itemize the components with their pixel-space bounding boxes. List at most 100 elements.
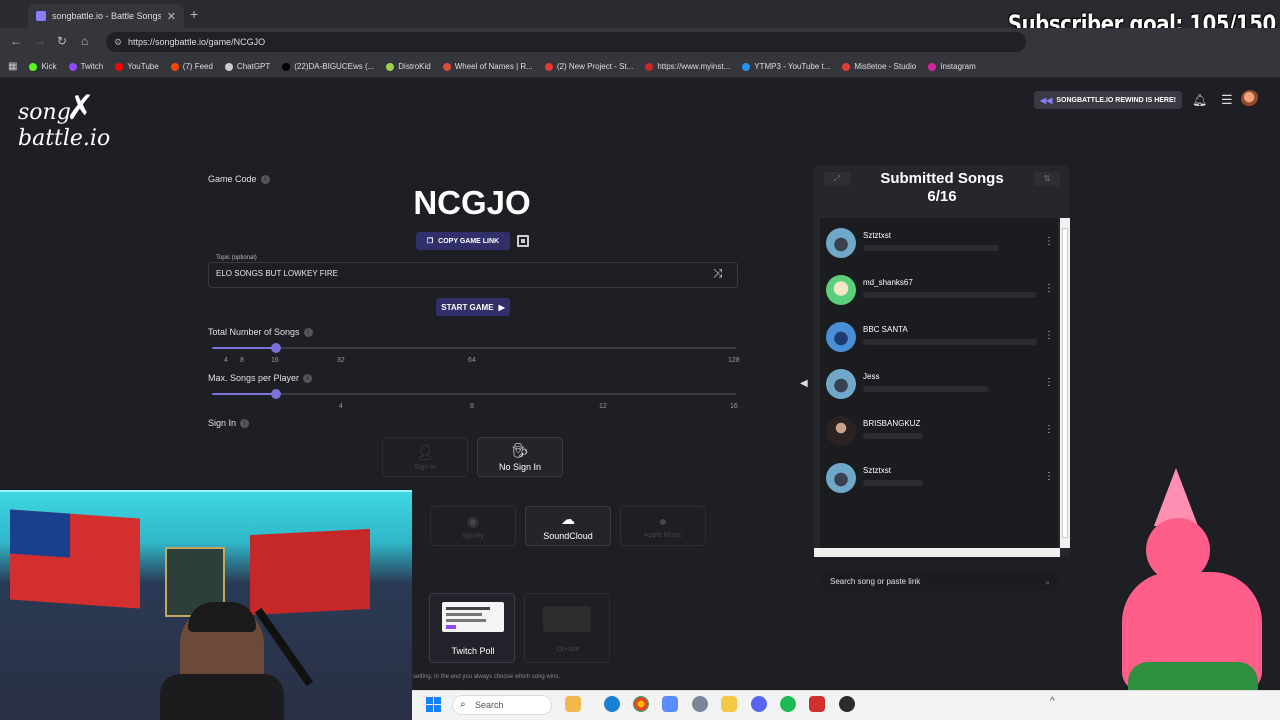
bookmark-item[interactable]: (2) New Project - St... [544, 62, 634, 71]
song-options-icon[interactable]: ⋮ [1044, 330, 1054, 341]
browser-tab[interactable]: songbattle.io - Battle Songs ag ✕ [28, 4, 184, 28]
on-site-option[interactable]: On-site [524, 593, 610, 663]
song-search-input[interactable]: Search song or paste link ⌕ [822, 573, 1058, 591]
max-songs-slider-handle[interactable] [271, 389, 281, 399]
qr-code-icon[interactable] [517, 235, 529, 247]
info-icon[interactable]: i [303, 374, 313, 384]
scrollbar-thumb[interactable] [1062, 228, 1068, 538]
copilot-icon[interactable] [662, 696, 678, 712]
vote-caption: setting. In the end you always choose wh… [413, 674, 561, 680]
max-songs-label: Max. Songs per Player i [208, 373, 313, 384]
apple-music-option[interactable]: ● Apple Music [620, 506, 706, 546]
songbattle-logo[interactable]: song ✗ battle.io [16, 88, 116, 152]
logo-text-battle: battle.io [18, 126, 111, 151]
submitted-songs-title: Submitted Songs 6/16 [814, 170, 1070, 206]
windows-start-icon[interactable] [426, 697, 441, 712]
spotify-option-label: Spotify [462, 532, 484, 540]
home-icon[interactable]: ⌂ [81, 34, 88, 48]
bookmark-item[interactable]: YTMP3 - YouTube t... [742, 62, 830, 71]
twitch-poll-option[interactable]: Twitch Poll [429, 593, 515, 663]
song-row[interactable]: BBC SANTA ⋮ [820, 312, 1058, 358]
bookmark-label: Twitch [80, 62, 104, 71]
bookmark-item[interactable]: (7) Feed [170, 62, 213, 71]
soundcloud-option[interactable]: ☁ SoundCloud [525, 506, 611, 546]
chrome-icon[interactable] [633, 696, 649, 712]
settings-icon[interactable] [692, 696, 708, 712]
song-options-icon[interactable]: ⋮ [1044, 236, 1054, 247]
bookmark-favicon-icon [29, 62, 38, 71]
sign-in-option[interactable]: 👤︎ Sign In [382, 437, 468, 477]
bookmark-item[interactable]: ChatGPT [224, 62, 270, 71]
file-explorer-icon[interactable] [565, 696, 581, 712]
bookmark-item[interactable]: Kick [29, 62, 57, 71]
taskbar-search[interactable]: ⌕ Search [452, 695, 552, 715]
system-tray-chevron-icon[interactable]: ^ [1050, 696, 1055, 707]
song-options-icon[interactable]: ⋮ [1044, 424, 1054, 435]
start-game-button[interactable]: START GAME ▶ [436, 298, 510, 316]
spotify-option[interactable]: ◉ Spotify [430, 506, 516, 546]
bookmark-item[interactable]: Instagram [928, 62, 976, 71]
hamburger-menu-icon[interactable]: ☰ [1221, 92, 1233, 108]
app-red-icon[interactable] [809, 696, 825, 712]
info-icon[interactable]: i [240, 419, 250, 429]
song-row[interactable]: Sztztxst ⋮ [820, 453, 1058, 499]
bookmark-label: Wheel of Names | R... [454, 62, 533, 71]
apple-music-option-label: Apple Music [643, 532, 683, 539]
reload-icon[interactable]: ↻ [57, 34, 67, 48]
max-songs-label-text: Max. Songs per Player [208, 373, 300, 383]
no-sign-in-option[interactable]: 🕵︎ No Sign In [477, 437, 563, 477]
game-code-label: Game Code i [208, 174, 270, 185]
info-icon[interactable]: i [260, 175, 270, 185]
back-icon[interactable]: ← [10, 34, 22, 48]
spotify-icon[interactable] [780, 696, 796, 712]
bookmark-item[interactable]: (22)DA-BIGUCEws (... [282, 62, 374, 71]
bookmark-item[interactable]: Mistletoe - Studio [842, 62, 916, 71]
site-info-icon[interactable]: ⚙ [114, 32, 122, 52]
close-tab-icon[interactable]: ✕ [167, 10, 176, 23]
song-row[interactable]: Sztztxst ⋮ [820, 218, 1058, 264]
bookmark-item[interactable]: Twitch [68, 62, 104, 71]
bookmark-favicon-icon [282, 62, 291, 71]
new-tab-icon[interactable]: + [190, 6, 198, 22]
song-row[interactable]: BRISBANGKUZ ⋮ [820, 406, 1058, 452]
collapse-panel-icon[interactable]: ◀ [800, 378, 808, 389]
discord-icon[interactable] [751, 696, 767, 712]
soundcloud-icon: ☁ [561, 511, 575, 527]
shuffle-topic-icon[interactable]: ⤨ [713, 266, 723, 281]
song-row[interactable]: md_shanks67 ⋮ [820, 265, 1058, 311]
rewind-icon: ◀◀ [1040, 95, 1053, 105]
total-songs-slider-handle[interactable] [271, 343, 281, 353]
folder-icon[interactable] [721, 696, 737, 712]
logo-x-mark: ✗ [66, 88, 95, 128]
url-field[interactable]: ⚙ https://songbattle.io/game/NCGJO [106, 32, 1026, 52]
info-icon[interactable]: i [303, 328, 313, 338]
max-songs-slider[interactable] [212, 393, 736, 395]
total-songs-slider[interactable] [212, 347, 736, 349]
apps-grid-icon[interactable]: ▦ [8, 61, 17, 72]
slider-tick: 8 [240, 357, 244, 364]
slider-tick: 16 [730, 403, 738, 410]
songs-list-horizontal-scrollbar[interactable] [814, 548, 1060, 557]
song-options-icon[interactable]: ⋮ [1044, 283, 1054, 294]
search-icon[interactable]: ⌕ [1045, 573, 1050, 591]
bookmark-item[interactable]: DistroKid [386, 62, 431, 71]
copy-game-link-button[interactable]: ❐ COPY GAME LINK [416, 232, 510, 250]
bookmark-item[interactable]: YouTube [115, 62, 159, 71]
bookmark-item[interactable]: Wheel of Names | R... [442, 62, 533, 71]
edge-icon[interactable] [604, 696, 620, 712]
song-row[interactable]: Jess ⋮ [820, 359, 1058, 405]
bookmark-label: (2) New Project - St... [556, 62, 634, 71]
rewind-banner-button[interactable]: ◀◀ SONGBATTLE.IO REWIND IS HERE! [1034, 91, 1182, 109]
slider-tick: 64 [468, 357, 476, 364]
songs-list-scrollbar[interactable] [1060, 218, 1070, 548]
notification-bell-icon[interactable]: 🔔︎ [1192, 93, 1207, 107]
song-options-icon[interactable]: ⋮ [1044, 471, 1054, 482]
forward-icon[interactable]: → [34, 34, 46, 48]
incognito-icon: 🕵︎ [511, 442, 529, 458]
bookmark-favicon-icon [544, 62, 553, 71]
bookmark-label: YTMP3 - YouTube t... [754, 62, 831, 71]
user-avatar[interactable] [1241, 90, 1259, 108]
song-options-icon[interactable]: ⋮ [1044, 377, 1054, 388]
bookmark-item[interactable]: https://www.myinst... [645, 62, 730, 71]
obs-icon[interactable] [839, 696, 855, 712]
